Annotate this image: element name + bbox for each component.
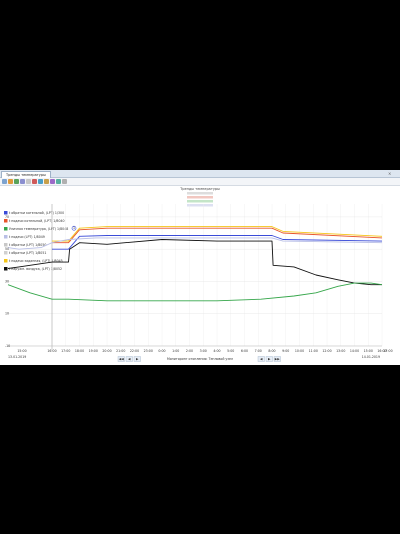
x-tick-label: 7:00	[255, 349, 262, 353]
legend-swatch	[187, 200, 213, 203]
tab-temperature-trends[interactable]: Тренды температуры	[1, 171, 51, 178]
y-tick-label: 10	[5, 312, 9, 316]
legend-label: t обратки (LPT) 1/8051	[9, 251, 46, 255]
close-icon[interactable]: ×	[388, 170, 391, 177]
series-layer: 1	[7, 225, 383, 302]
x-tick-label: 10:00	[295, 349, 304, 353]
x-tick-label: 21:00	[116, 349, 125, 353]
x-tick-label: 12:00	[322, 349, 331, 353]
x-tick-label: 14:00	[350, 349, 359, 353]
legend-label: t подачи (LPT) 1/8049	[9, 235, 45, 239]
y-tick-label: 30	[5, 279, 9, 283]
x-tick-label: 18:00	[75, 349, 84, 353]
x-edge-label: 17:00	[383, 349, 392, 353]
nav-button-label: ▶▶	[275, 357, 280, 361]
legend-label: t обратки котельной, (LPT) 1/300	[9, 211, 64, 215]
x-tick-label: 2:00	[186, 349, 193, 353]
toolbar	[0, 178, 400, 186]
zoom-in-icon[interactable]	[2, 179, 7, 184]
trend-window: Тренды температуры × Тренды температуры …	[0, 170, 400, 365]
tab-bar: Тренды температуры ×	[0, 170, 400, 178]
settings-icon[interactable]	[62, 179, 67, 184]
legend-swatch	[4, 259, 8, 263]
series-line	[7, 282, 383, 302]
legend-swatch	[187, 192, 213, 195]
x-tick-label: 6:00	[241, 349, 248, 353]
x-tick-label: 9:00	[282, 349, 289, 353]
series-line	[7, 239, 382, 286]
x-tick-label: 20:00	[102, 349, 111, 353]
zoom-out-icon[interactable]	[8, 179, 13, 184]
save-icon[interactable]	[38, 179, 43, 184]
nav-button-label: ◀◀	[119, 357, 124, 361]
x-tick-label: 8:00	[268, 349, 275, 353]
legend-label: t подачи котельной, (LPT) 1/8040	[9, 219, 65, 223]
x-tick-label: 16:00	[47, 349, 56, 353]
legend-swatch	[187, 196, 213, 199]
legend-icon[interactable]	[50, 179, 55, 184]
series-line	[7, 237, 383, 250]
x-tick-label: 11:00	[309, 349, 318, 353]
x-tick-label: 17:00	[61, 349, 70, 353]
x-tick-label: 22:00	[130, 349, 139, 353]
legend-label: t обратки (LPT) 1/8050	[9, 243, 46, 247]
x-tick-label: 4:00	[213, 349, 220, 353]
y-tick-label: 70	[5, 215, 9, 219]
legend-swatch	[187, 204, 213, 207]
y-tick-label: 50	[5, 247, 9, 251]
legend-swatch	[4, 235, 8, 239]
legend-swatch	[4, 227, 8, 231]
scale-icon[interactable]	[32, 179, 37, 184]
date-end-label: 14.01.2019	[362, 355, 380, 359]
status-text: Мониторинг отопления: Тепловой узел	[167, 357, 233, 361]
x-tick-label: 5:00	[227, 349, 234, 353]
legend-swatch	[4, 219, 8, 223]
chart-navigation: ◀◀ ◀ ▶ Мониторинг отопления: Тепловой узел ◀…	[117, 356, 281, 362]
grid-icon[interactable]	[26, 179, 31, 184]
legend-swatch	[4, 251, 8, 255]
data-marker-label: 1	[73, 226, 75, 230]
refresh-icon[interactable]	[14, 179, 19, 184]
chart-title: Тренды температуры	[179, 187, 220, 191]
export-icon[interactable]	[56, 179, 61, 184]
cursor-icon[interactable]	[20, 179, 25, 184]
x-tick-label: 23:00	[144, 349, 153, 353]
x-tick-label: 1:00	[172, 349, 179, 353]
date-start-label: 13.01.2019	[8, 355, 26, 359]
print-icon[interactable]	[44, 179, 49, 184]
legend-label: Уличная температура, (LPT) 1/8048	[9, 227, 68, 231]
x-tick-label: 19:00	[89, 349, 98, 353]
x-tick-label: 3:00	[200, 349, 207, 353]
trend-chart[interactable]: Тренды температуры t обратки котельной, …	[0, 186, 400, 364]
legend-swatch	[4, 267, 8, 271]
x-tick-label: 0:00	[158, 349, 165, 353]
x-tick-label: 13:00	[336, 349, 345, 353]
x-tick-label: 15:00	[364, 349, 373, 353]
x-edge-label: 15:00	[17, 349, 26, 353]
legend-swatch	[4, 243, 8, 247]
y-tick-label: -10	[5, 344, 10, 348]
